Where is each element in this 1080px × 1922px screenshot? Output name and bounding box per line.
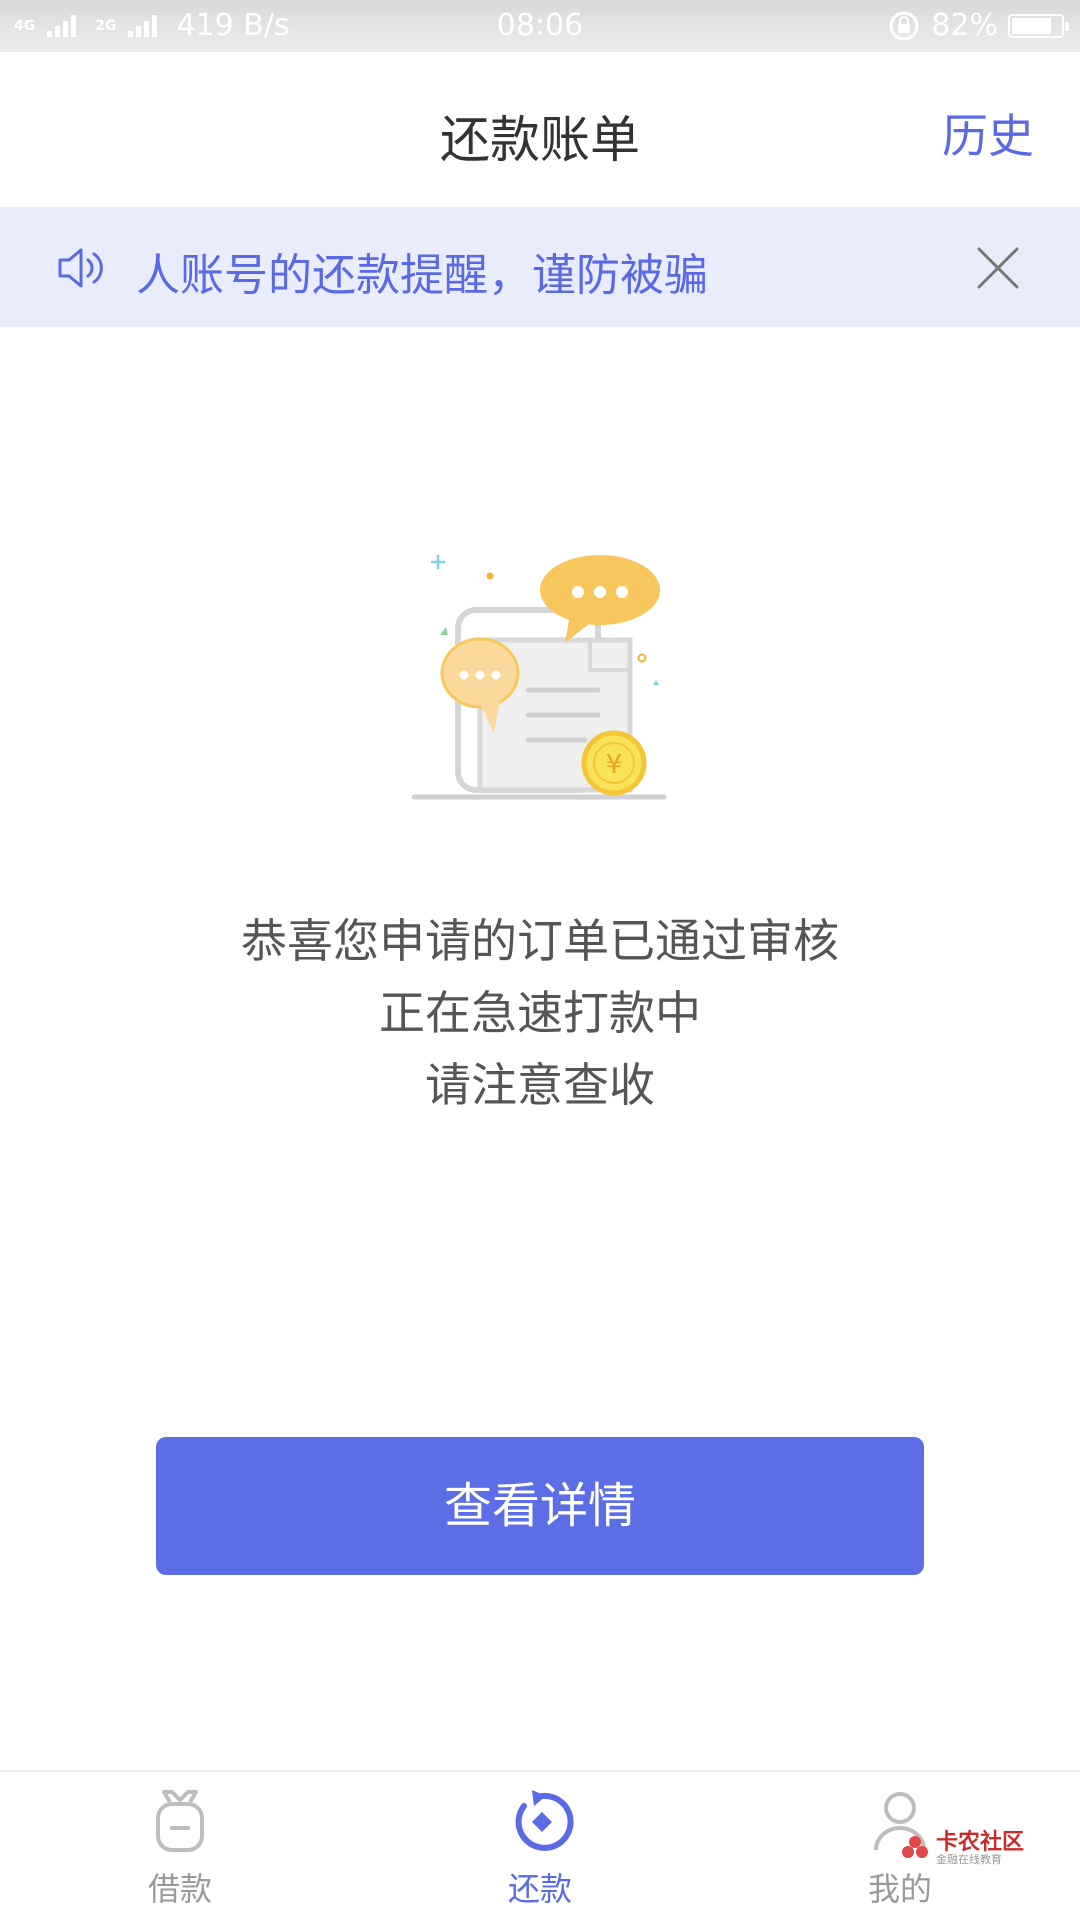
approval-message: 恭喜您申请的订单已通过审核 正在急速打款中 请注意查收 (0, 905, 1080, 1121)
tab-label-repay: 还款 (507, 1870, 572, 1908)
svg-text:¥: ¥ (606, 750, 623, 780)
page-title: 还款账单 (440, 111, 640, 169)
message-line-1: 恭喜您申请的订单已通过审核 (241, 914, 839, 968)
watermark-flower-icon (902, 1836, 928, 1858)
tab-label-loan: 借款 (147, 1870, 212, 1908)
tab-repay[interactable]: 还款 (440, 1772, 640, 1922)
watermark-logo: 卡农社区 金融在线教育 (900, 1832, 1024, 1866)
message-line-2: 正在急速打款中 (379, 986, 701, 1040)
status-bar: 4G 2G 419 B/s 08:06 82% (0, 0, 1080, 52)
battery-fill (1012, 17, 1051, 34)
notice-text: 不要相信私人账号的还款提醒，谨防被骗 (136, 250, 708, 301)
watermark-subtitle: 金融在线教育 (936, 1853, 1002, 1866)
view-details-button[interactable]: 查看详情 (156, 1437, 924, 1575)
watermark-title: 卡农社区 (936, 1830, 1025, 1855)
tab-label-profile: 我的 (867, 1870, 932, 1908)
history-button[interactable]: 历史 (942, 100, 1034, 166)
rotation-lock-icon (889, 11, 919, 40)
close-icon[interactable] (975, 245, 1021, 291)
app-header: 还款账单 历史 (0, 52, 1080, 207)
repay-icon (515, 1790, 574, 1851)
battery-percent: 82% (931, 8, 998, 43)
status-right: 82% (887, 8, 1069, 43)
battery-icon (1008, 13, 1069, 38)
approval-illustration-icon: ¥ (411, 555, 667, 800)
message-line-3: 请注意查收 (425, 1058, 655, 1112)
tab-loan[interactable]: 借款 (80, 1772, 280, 1922)
notice-marquee: 不要相信私人账号的还款提醒，谨防被骗 (136, 207, 836, 327)
speaker-icon (58, 248, 103, 288)
notice-bar: 不要相信私人账号的还款提醒，谨防被骗 (0, 207, 1080, 327)
loan-bag-icon (156, 1790, 204, 1852)
